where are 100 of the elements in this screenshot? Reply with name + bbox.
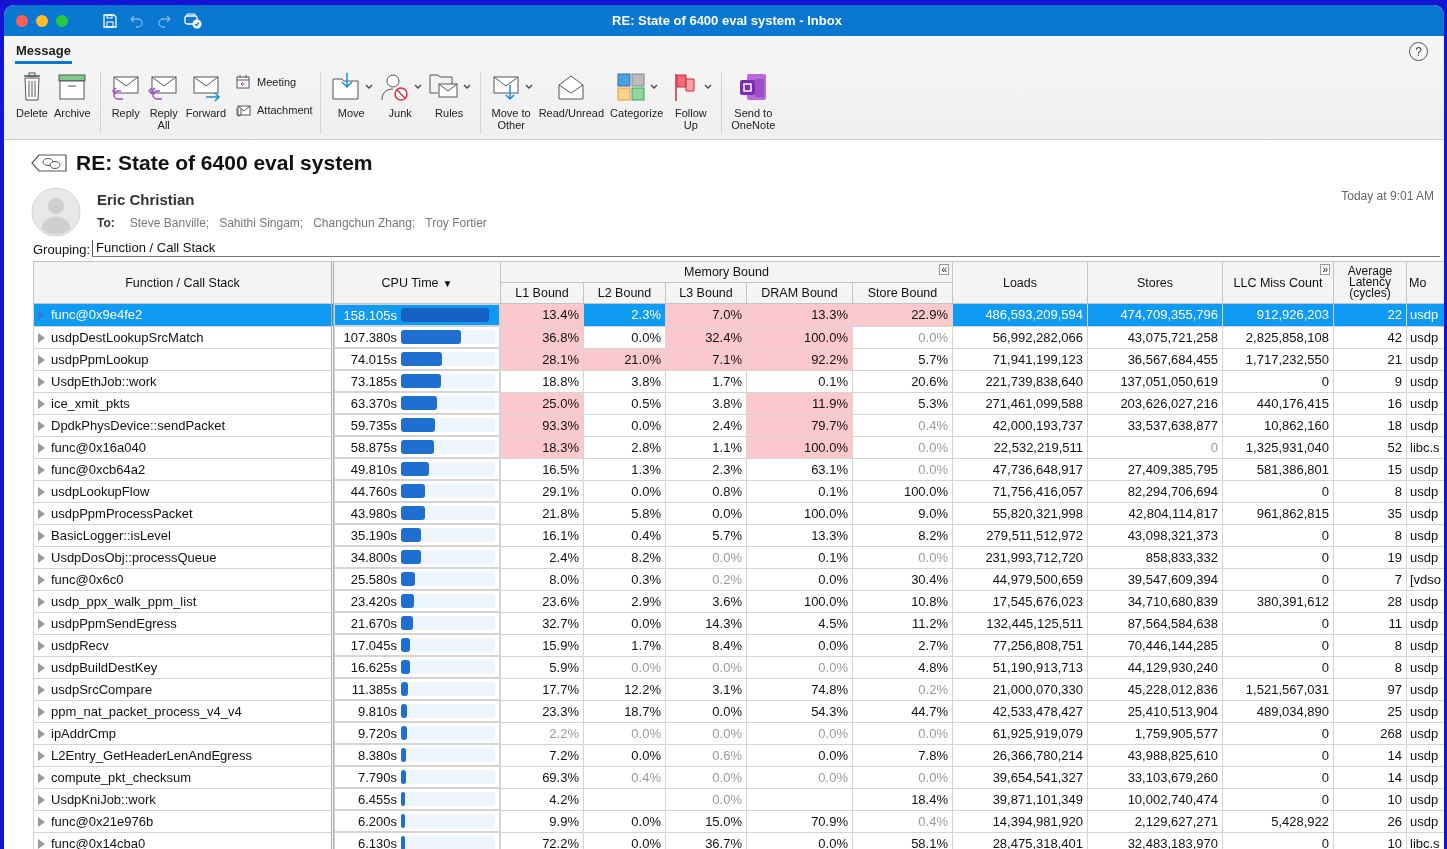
rules-button[interactable]: Rules <box>425 70 473 119</box>
expand-icon[interactable] <box>38 596 45 607</box>
expand-icon[interactable] <box>38 640 45 651</box>
expand-icon[interactable] <box>38 486 45 497</box>
attachment-button[interactable]: Attachment <box>234 102 313 118</box>
table-row[interactable]: DpdkPhysDevice::sendPacket 59.735s 93.3% 0.0% 2.4% 79.7% 0.4% 42,000,193,737 33,537,638,877 10,862,160 18 usdp <box>33 414 1444 436</box>
send-to-note-button[interactable]: Send to OneNote <box>729 70 778 131</box>
table-row[interactable]: ipAddrCmp 9.720s 2.2% 0.0% 0.0% 0.0% 0.0% 61,925,919,079 1,759,905,577 0 268 usdp <box>33 722 1444 744</box>
close-icon[interactable] <box>16 14 28 27</box>
expand-icon[interactable] <box>38 332 45 343</box>
recipient[interactable]: Sahithi Singam; <box>219 216 304 230</box>
expand-button[interactable]: » <box>1320 264 1330 275</box>
table-cell: 1.7% <box>583 634 666 656</box>
sync-icon[interactable] <box>183 11 203 30</box>
forward-button[interactable]: Forward <box>183 70 229 119</box>
expand-icon[interactable] <box>38 442 45 453</box>
column-header[interactable]: Function / Call Stack <box>33 261 333 304</box>
expand-icon[interactable] <box>38 618 45 629</box>
table-row[interactable]: func@0x14cba0 6.130s 72.2% 0.0% 36.7% 0.0% 58.1% 28,475,318,401 32,483,183,970 0 10 libc.s <box>33 832 1444 849</box>
ribbon-tab[interactable]: Message <box>15 42 72 64</box>
expand-icon[interactable] <box>38 552 45 563</box>
reply-button[interactable]: Reply <box>107 70 144 119</box>
table-row[interactable]: usdpBuildDestKey 16.625s 5.9% 0.0% 0.0% 0.0% 4.8% 51,190,913,713 44,129,930,240 0 8 usdp <box>33 656 1444 678</box>
expand-icon[interactable] <box>38 728 45 739</box>
reply-all-button[interactable]: Reply All <box>145 70 182 131</box>
conversation-icon[interactable] <box>30 153 68 173</box>
expand-icon[interactable] <box>38 420 45 431</box>
table-row[interactable]: L2Entry_GetHeaderLenAndEgress 8.380s 7.2% 0.0% 0.6% 0.0% 7.8% 26,366,780,214 43,988,825,610 0 14 usdp <box>33 744 1444 766</box>
expand-icon[interactable] <box>38 816 45 827</box>
expand-icon[interactable] <box>38 354 45 365</box>
follow-up-button[interactable]: Follow Up <box>667 70 715 131</box>
recipient[interactable]: Changchun Zhang; <box>313 216 416 230</box>
table-cell: 961,862,815 <box>1222 502 1334 524</box>
table-cell: 0.8% <box>665 480 747 502</box>
table-row[interactable]: func@0x6c0 25.580s 8.0% 0.3% 0.2% 0.0% 30.4% 44,979,500,659 39,547,609,394 0 7 [vdso <box>33 568 1444 590</box>
expand-icon[interactable] <box>38 794 45 805</box>
table-row[interactable]: func@0x16a040 58.875s 18.3% 2.8% 1.1% 100.0% 0.0% 22,532,219,511 0 1,325,931,040 52 libc.s <box>33 436 1444 458</box>
archive-button[interactable]: Archive <box>52 70 93 119</box>
table-cell: 56,992,282,066 <box>952 326 1088 348</box>
column-header[interactable]: Memory Bound <box>684 265 769 279</box>
move-to-other-button[interactable]: Move to Other <box>487 70 535 131</box>
table-row[interactable]: usdpDestLookupSrcMatch 107.380s 36.8% 0.0% 32.4% 100.0% 0.0% 56,992,282,066 43,075,721,258 2,825,858,108 42 usdp <box>33 326 1444 348</box>
cpu-time: 58.875s <box>349 439 397 455</box>
column-header[interactable]: Average Latency (cycles) <box>1333 261 1407 304</box>
table-cell: 4.2% <box>500 788 584 810</box>
table-cell: 0.2% <box>852 678 953 700</box>
table-row[interactable]: UsdpDosObj::processQueue 34.800s 2.4% 8.2% 0.0% 0.1% 0.0% 231,993,712,720 858,833,332 0 19 usdp <box>33 546 1444 568</box>
read-unread-button[interactable]: Read/Unread <box>536 70 607 119</box>
expand-icon[interactable] <box>38 508 45 519</box>
table-row[interactable]: usdpSrcCompare 11.385s 17.7% 12.2% 3.1% 74.8% 0.2% 21,000,070,330 45,228,012,836 1,521,567,031 97 usdp <box>33 678 1444 700</box>
table-row[interactable]: usdpLookupFlow 44.760s 29.1% 0.0% 0.8% 0.1% 100.0% 71,756,416,057 82,294,706,694 0 8 usdp <box>33 480 1444 502</box>
table-row[interactable]: BasicLogger::isLevel 35.190s 16.1% 0.4% 5.7% 13.3% 8.2% 279,511,512,972 43,098,321,373 0 8 usdp <box>33 524 1444 546</box>
column-header[interactable]: Stores <box>1087 261 1223 304</box>
table-row[interactable]: usdp_ppx_walk_ppm_list 23.420s 23.6% 2.9% 3.6% 100.0% 10.8% 17,545,676,023 34,710,680,839 380,391,612 28 usdp <box>33 590 1444 612</box>
expand-icon[interactable] <box>38 662 45 673</box>
expand-icon[interactable] <box>38 464 45 475</box>
column-header[interactable]: Mo <box>1406 261 1444 304</box>
minimize-icon[interactable] <box>36 14 48 27</box>
collapse-button[interactable]: « <box>939 264 949 275</box>
expand-icon[interactable] <box>38 684 45 695</box>
table-row[interactable]: usdpPpmLookup 74.015s 28.1% 21.0% 7.1% 92.2% 5.7% 71,941,199,123 36,567,684,455 1,717,232,550 21 usdp <box>33 348 1444 370</box>
column-header[interactable]: CPU Time <box>381 275 439 290</box>
table-row[interactable]: usdpPpmSendEgress 21.670s 32.7% 0.0% 14.3% 4.5% 11.2% 132,445,125,511 87,564,584,638 0 11 usdp <box>33 612 1444 634</box>
move-button[interactable]: Move <box>327 70 375 119</box>
expand-icon[interactable] <box>38 398 45 409</box>
recipient[interactable]: Troy Fortier <box>425 216 487 230</box>
categorize-button[interactable]: Categorize <box>608 70 666 119</box>
expand-icon[interactable] <box>38 574 45 585</box>
table-row[interactable]: usdpRecv 17.045s 15.9% 1.7% 8.4% 0.0% 2.7% 77,256,808,751 70,446,144,285 0 8 usdp <box>33 634 1444 656</box>
folder-arrow-icon <box>329 71 362 103</box>
expand-icon[interactable] <box>38 750 45 761</box>
cpu-time: 17.045s <box>349 637 397 653</box>
table-row[interactable]: func@0x9e4fe2 158.105s 13.4% 2.3% 7.0% 13.3% 22.9% 486,593,209,594 474,709,355,796 912,926,203 22 usdp <box>33 303 1444 326</box>
expand-icon[interactable] <box>38 838 45 849</box>
table-row[interactable]: compute_pkt_checksum 7.790s 69.3% 0.4% 0.0% 0.0% 0.0% 39,654,541,327 33,103,679,260 0 14 usdp <box>33 766 1444 788</box>
sort-indicator[interactable]: ▼ <box>442 277 453 289</box>
delete-button[interactable]: Delete <box>14 70 50 119</box>
column-header[interactable]: LLC Miss Count <box>1233 275 1323 290</box>
zoom-icon[interactable] <box>56 14 68 27</box>
expand-icon[interactable] <box>38 706 45 717</box>
table-row[interactable]: func@0x21e976b 6.200s 9.9% 0.0% 15.0% 70.9% 0.4% 14,394,981,920 2,129,627,271 5,428,922 26 usdp <box>33 810 1444 832</box>
column-header[interactable]: Loads <box>952 261 1088 304</box>
save-icon[interactable] <box>102 12 118 29</box>
recipient[interactable]: Steve Banville; <box>129 216 210 230</box>
table-row[interactable]: func@0xcb64a2 49.810s 16.5% 1.3% 2.3% 63.1% 0.0% 47,736,648,917 27,409,385,795 581,386,801 15 usdp <box>33 458 1444 480</box>
expand-icon[interactable] <box>38 772 45 783</box>
table-cell: 4.8% <box>852 656 953 678</box>
table-row[interactable]: ppm_nat_packet_process_v4_v4 9.810s 23.3% 18.7% 0.0% 54.3% 44.7% 42,533,478,427 25,410,513,904 489,034,890 25 usdp <box>33 700 1444 722</box>
table-row[interactable]: UsdpKniJob::work 6.455s 4.2% 0.0% 18.4% 39,871,101,349 10,002,740,474 0 10 usdp <box>33 788 1444 810</box>
table-cell: 36.8% <box>500 326 584 348</box>
cpu-time: 49.810s <box>349 461 397 477</box>
meeting-button[interactable]: Meeting <box>234 74 313 90</box>
expand-icon[interactable] <box>38 530 45 541</box>
table-row[interactable]: ice_xmit_pkts 63.370s 25.0% 0.5% 3.8% 11.9% 5.3% 271,461,099,588 203,626,027,216 440,176,415 16 usdp <box>33 392 1444 414</box>
table-row[interactable]: usdpPpmProcessPacket 43.980s 21.8% 5.8% 0.0% 100.0% 9.0% 55,820,321,998 42,804,114,817 961,862,815 35 usdp <box>33 502 1444 524</box>
table-cell: 39,654,541,327 <box>952 766 1088 788</box>
cpu-time: 9.720s <box>356 725 397 741</box>
grouping-field[interactable]: Function / Call Stack <box>92 240 1440 257</box>
expand-icon[interactable] <box>38 376 45 387</box>
junk-button[interactable]: Junk <box>376 70 424 119</box>
